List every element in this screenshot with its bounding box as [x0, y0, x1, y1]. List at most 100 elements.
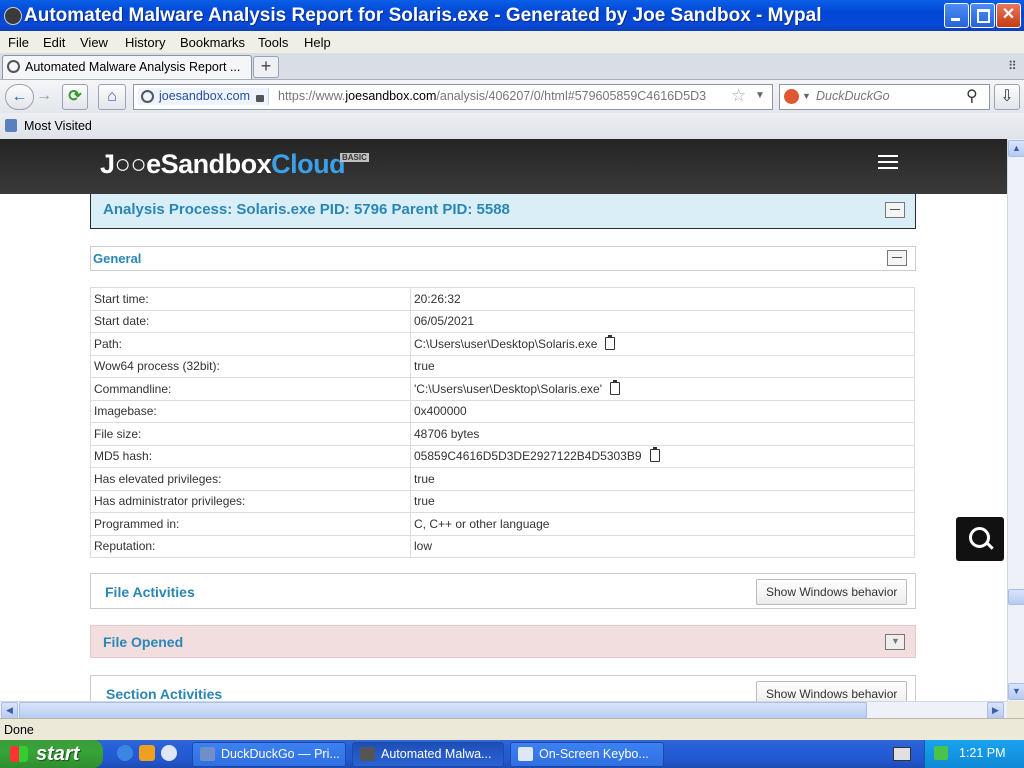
quicklaunch-media-icon[interactable] [161, 745, 177, 761]
scroll-right-icon[interactable]: ▶ [987, 702, 1004, 719]
search-engine-dropdown-icon[interactable]: ▼ [802, 91, 811, 101]
scroll-thumb[interactable] [1008, 589, 1024, 605]
scroll-left-icon[interactable]: ◀ [1, 702, 18, 719]
download-icon[interactable]: ⇩ [994, 84, 1020, 110]
search-icon[interactable]: ⚲ [966, 86, 978, 106]
info-row: Has administrator privileges: true [90, 489, 915, 513]
back-icon[interactable]: ← [5, 84, 34, 110]
close-button[interactable]: ✕ [996, 3, 1021, 28]
minimize-button[interactable] [944, 3, 969, 28]
window-title: Automated Malware Analysis Report for So… [24, 5, 822, 26]
url-bar[interactable]: joesandbox.com https://www.joesandbox.co… [133, 84, 773, 110]
vertical-scrollbar[interactable]: ▲ ▼ [1007, 139, 1024, 701]
general-panel: General [90, 246, 916, 271]
quicklaunch-firefox-icon[interactable] [139, 745, 155, 761]
info-key: Has administrator privileges: [90, 489, 411, 513]
tab-list-icon[interactable]: ⠿ [1008, 59, 1017, 73]
url-dropdown-icon[interactable]: ▼ [755, 90, 765, 101]
info-key: Has elevated privileges: [90, 467, 411, 491]
info-value: true [410, 354, 915, 378]
info-value: 20:26:32 [410, 287, 915, 311]
home-icon[interactable]: ⌂ [98, 84, 126, 110]
hamburger-menu-icon[interactable] [878, 155, 898, 169]
bookmarks-bar: Most Visited [0, 113, 1024, 140]
tab-report[interactable]: Automated Malware Analysis Report ... [2, 55, 252, 80]
maximize-button[interactable] [970, 3, 995, 28]
site-identity[interactable]: joesandbox.com [138, 88, 269, 105]
browser-icon [360, 747, 375, 761]
info-value: true [410, 467, 915, 491]
show-windows-behavior-button[interactable]: Show Windows behavior [756, 681, 908, 701]
collapse-icon[interactable] [885, 202, 905, 218]
taskbar-item-onscreen-keyboard[interactable]: On-Screen Keybo... [510, 742, 664, 767]
menu-view[interactable]: View [80, 35, 108, 50]
info-key: Start date: [90, 309, 411, 333]
browser-icon [200, 747, 215, 761]
process-header-title: Analysis Process: Solaris.exe PID: 5796 … [103, 201, 510, 218]
horizontal-scrollbar[interactable]: ◀ ▶ [0, 701, 1007, 719]
info-row: Start time: 20:26:32 [90, 287, 915, 311]
copy-clipboard-icon[interactable] [649, 447, 660, 463]
lock-icon [256, 95, 264, 102]
info-value: 05859C4616D5D3DE2927122B4D5303B9 [410, 444, 915, 468]
system-tray: 1:21 PM [924, 740, 1024, 768]
scroll-up-icon[interactable]: ▲ [1008, 140, 1024, 157]
collapse-icon[interactable] [887, 250, 907, 266]
site-domain: joesandbox.com [159, 89, 251, 103]
forward-icon[interactable]: → [34, 84, 54, 108]
duckduckgo-icon [784, 89, 799, 104]
copy-clipboard-icon[interactable] [605, 334, 616, 350]
menu-help[interactable]: Help [304, 35, 331, 50]
page-content: J○○eSandboxCloud BASIC Analysis Process: … [0, 139, 1007, 701]
menu-bookmarks[interactable]: Bookmarks [180, 35, 245, 50]
new-tab-button[interactable]: + [253, 56, 279, 78]
info-key: Reputation: [90, 534, 411, 558]
network-icon[interactable] [934, 746, 948, 760]
info-row: MD5 hash: 05859C4616D5D3DE2927122B4D5303B… [90, 444, 915, 468]
info-key: MD5 hash: [90, 444, 411, 468]
status-text: Done [4, 723, 34, 737]
window-titlebar[interactable]: Automated Malware Analysis Report for So… [0, 0, 1024, 31]
info-row: Path: C:\Users\user\Desktop\Solaris.exe [90, 332, 915, 356]
show-windows-behavior-button[interactable]: Show Windows behavior [756, 579, 908, 605]
info-value: 'C:\Users\user\Desktop\Solaris.exe' [410, 377, 915, 401]
info-row: Commandline: 'C:\Users\user\Desktop\Solar… [90, 377, 915, 401]
reload-icon[interactable]: ⟳ [62, 84, 88, 110]
site-header: J○○eSandboxCloud BASIC [0, 139, 1007, 194]
bookmark-star-icon[interactable]: ☆ [731, 86, 746, 106]
quicklaunch-ie-icon[interactable] [117, 745, 133, 761]
file-opened-panel[interactable]: File Opened ▼ [90, 625, 916, 658]
info-value: 06/05/2021 [410, 309, 915, 333]
scroll-thumb[interactable] [19, 702, 867, 719]
search-bar[interactable]: ▼ DuckDuckGo ⚲ [779, 84, 990, 110]
info-key: File size: [90, 422, 411, 446]
expand-icon[interactable]: ▼ [885, 634, 905, 650]
menu-edit[interactable]: Edit [43, 35, 65, 50]
info-value: 0x400000 [410, 399, 915, 423]
info-key: Start time: [90, 287, 411, 311]
copy-clipboard-icon[interactable] [609, 379, 620, 395]
menu-history[interactable]: History [125, 35, 165, 50]
file-activities-panel: File Activities Show Windows behavior [90, 573, 916, 609]
taskbar-item-report[interactable]: Automated Malwa... [352, 742, 504, 767]
status-bar: Done [0, 718, 1024, 741]
process-header-panel: Analysis Process: Solaris.exe PID: 5796 … [90, 194, 916, 229]
menu-bar: File Edit View History Bookmarks Tools H… [0, 31, 1024, 53]
search-fab[interactable] [956, 517, 1004, 561]
info-key: Commandline: [90, 377, 411, 401]
keyboard-tray-icon[interactable] [893, 747, 911, 761]
info-row: Has elevated privileges: true [90, 467, 915, 491]
menu-tools[interactable]: Tools [258, 35, 288, 50]
tab-favicon-icon [7, 60, 20, 73]
info-key: Imagebase: [90, 399, 411, 423]
joesandbox-logo[interactable]: J○○eSandboxCloud BASIC [100, 149, 369, 180]
site-favicon-icon [141, 90, 154, 103]
info-row: Start date: 06/05/2021 [90, 309, 915, 333]
bookmark-most-visited[interactable]: Most Visited [24, 119, 92, 133]
menu-file[interactable]: File [8, 35, 29, 50]
start-button[interactable]: start [0, 740, 103, 768]
scroll-down-icon[interactable]: ▼ [1008, 683, 1024, 700]
url-text[interactable]: https://www.joesandbox.com/analysis/4062… [278, 89, 726, 103]
taskbar-item-duckduckgo[interactable]: DuckDuckGo — Pri... [192, 742, 346, 767]
file-activities-title: File Activities [105, 584, 195, 600]
